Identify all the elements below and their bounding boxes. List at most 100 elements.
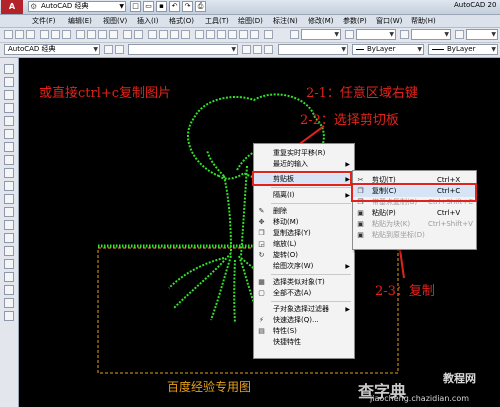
menu-item-paste-as-block[interactable]: ▣ 粘贴为块(K) Ctrl+Shift+V xyxy=(353,219,476,230)
new-icon[interactable]: □ xyxy=(130,1,141,12)
markup-icon[interactable] xyxy=(239,30,248,39)
menu-item-quick-select[interactable]: ⚡ 快速选择(Q)... xyxy=(254,315,354,326)
autocad-logo-icon[interactable]: A xyxy=(1,0,23,14)
table-icon[interactable] xyxy=(4,285,14,295)
multileader-style-combo[interactable]: ▼ xyxy=(466,29,498,40)
circle-icon[interactable] xyxy=(4,142,14,152)
menu-item-paste-original-coords[interactable]: ▣ 粘贴到原坐标(D) xyxy=(353,230,476,241)
point-icon[interactable] xyxy=(4,233,14,243)
menu-item-quick-properties[interactable]: 快捷特性 xyxy=(254,337,354,348)
menu-item-move[interactable]: ✥ 移动(M) xyxy=(254,217,354,228)
design-center-icon[interactable] xyxy=(206,30,215,39)
layer-state-icon[interactable] xyxy=(264,45,273,54)
region-icon[interactable] xyxy=(4,272,14,282)
lineweight-combo[interactable]: ByLayer ▼ xyxy=(428,44,498,55)
dim-style-combo[interactable]: ▼ xyxy=(356,29,396,40)
menu-insert[interactable]: 插入(I) xyxy=(137,16,159,26)
save-icon[interactable]: ▪ xyxy=(156,1,167,12)
menu-window[interactable]: 窗口(W) xyxy=(376,16,402,26)
redo-icon[interactable]: ↷ xyxy=(182,1,193,12)
insert-block-icon[interactable] xyxy=(4,207,14,217)
print-icon[interactable] xyxy=(40,30,49,39)
menu-format[interactable]: 格式(O) xyxy=(169,16,194,26)
construction-line-icon[interactable] xyxy=(4,77,14,87)
arc-icon[interactable] xyxy=(4,129,14,139)
cut-icon[interactable] xyxy=(76,30,85,39)
menu-item-scale[interactable]: ◲ 缩放(L) xyxy=(254,239,354,250)
polyline-icon[interactable] xyxy=(4,90,14,100)
open-icon[interactable] xyxy=(15,30,24,39)
menu-item-draw-order[interactable]: 绘图次序(W) ▶ xyxy=(254,261,354,272)
add-selected-icon[interactable] xyxy=(4,311,14,321)
menu-item-isolate[interactable]: 隔离(I) ▶ xyxy=(254,190,354,201)
zoom-realtime-icon[interactable] xyxy=(159,30,168,39)
open-icon[interactable]: ▭ xyxy=(143,1,154,12)
layer-combo[interactable]: ▼ xyxy=(128,44,238,55)
text-style-icon[interactable] xyxy=(290,30,299,39)
make-block-icon[interactable] xyxy=(4,220,14,230)
menu-item-rotate[interactable]: ↻ 旋转(O) xyxy=(254,250,354,261)
undo-icon[interactable]: ↶ xyxy=(169,1,180,12)
menu-edit[interactable]: 编辑(E) xyxy=(68,16,92,26)
menu-item-subobject-filter[interactable]: 子对象选择过滤器 ▶ xyxy=(254,304,354,315)
make-current-layer-icon[interactable] xyxy=(242,45,251,54)
zoom-window-icon[interactable] xyxy=(170,30,179,39)
multileader-style-icon[interactable] xyxy=(455,30,464,39)
redo-icon[interactable] xyxy=(134,30,143,39)
menu-file[interactable]: 文件(F) xyxy=(32,16,56,26)
menu-item-select-similar[interactable]: ▦ 选择类似对象(T) xyxy=(254,277,354,288)
menu-item-deselect-all[interactable]: ▢ 全部不选(A) xyxy=(254,288,354,299)
dim-style-icon[interactable] xyxy=(345,30,354,39)
color-combo[interactable]: ▼ xyxy=(278,44,348,55)
match-properties-icon[interactable] xyxy=(109,30,118,39)
menu-modify[interactable]: 修改(M) xyxy=(308,16,334,26)
zoom-previous-icon[interactable] xyxy=(181,30,190,39)
menu-view[interactable]: 视图(V) xyxy=(103,16,127,26)
menu-item-repeat-pan[interactable]: 重复实时平移(R) xyxy=(254,148,354,159)
pan-icon[interactable] xyxy=(148,30,157,39)
paste-icon[interactable] xyxy=(98,30,107,39)
menu-item-recent-input[interactable]: 最近的输入 ▶ xyxy=(254,159,354,170)
rectangle-icon[interactable] xyxy=(4,116,14,126)
publish-icon[interactable] xyxy=(62,30,71,39)
print-preview-icon[interactable] xyxy=(51,30,60,39)
sheet-set-icon[interactable] xyxy=(228,30,237,39)
line-icon[interactable] xyxy=(4,64,14,74)
menu-draw[interactable]: 绘图(D) xyxy=(238,16,263,26)
draw-toolbar xyxy=(0,58,19,407)
text-style-combo[interactable]: ▼ xyxy=(301,29,341,40)
menu-dimension[interactable]: 标注(N) xyxy=(273,16,298,26)
table-style-combo[interactable]: ▼ xyxy=(411,29,451,40)
menu-tools[interactable]: 工具(T) xyxy=(205,16,229,26)
properties-icon[interactable] xyxy=(195,30,204,39)
workspace-switcher[interactable]: ⚙ AutoCAD 经典 ▼ xyxy=(28,1,126,12)
menu-item-erase[interactable]: ✎ 删除 xyxy=(254,206,354,217)
revision-cloud-icon[interactable] xyxy=(4,155,14,165)
workspace-combo[interactable]: AutoCAD 经典 ▼ xyxy=(4,44,100,55)
save-icon[interactable] xyxy=(26,30,35,39)
polygon-icon[interactable] xyxy=(4,103,14,113)
menu-item-copy-selection[interactable]: ❐ 复制选择(Y) xyxy=(254,228,354,239)
layer-manager-icon[interactable] xyxy=(115,45,124,54)
copy-icon[interactable] xyxy=(87,30,96,39)
linetype-combo[interactable]: ByLayer ▼ xyxy=(352,44,424,55)
layer-previous-icon[interactable] xyxy=(253,45,262,54)
table-style-icon[interactable] xyxy=(400,30,409,39)
new-icon[interactable] xyxy=(4,30,13,39)
workspace-settings-icon[interactable] xyxy=(104,45,113,54)
spline-icon[interactable] xyxy=(4,168,14,178)
ellipse-icon[interactable] xyxy=(4,181,14,191)
ellipse-arc-icon[interactable] xyxy=(4,194,14,204)
hatch-icon[interactable] xyxy=(4,246,14,256)
menu-parametric[interactable]: 参数(P) xyxy=(343,16,367,26)
menu-item-paste[interactable]: ▣ 粘贴(P) Ctrl+V xyxy=(353,208,476,219)
multiline-text-icon[interactable] xyxy=(4,298,14,308)
menu-item-properties[interactable]: ▤ 特性(S) xyxy=(254,326,354,337)
plot-icon[interactable]: ⎙ xyxy=(195,1,206,12)
tool-palettes-icon[interactable] xyxy=(217,30,226,39)
undo-icon[interactable] xyxy=(123,30,132,39)
help-icon[interactable] xyxy=(264,30,273,39)
gradient-icon[interactable] xyxy=(4,259,14,269)
calculator-icon[interactable] xyxy=(250,30,259,39)
menu-help[interactable]: 帮助(H) xyxy=(411,16,436,26)
